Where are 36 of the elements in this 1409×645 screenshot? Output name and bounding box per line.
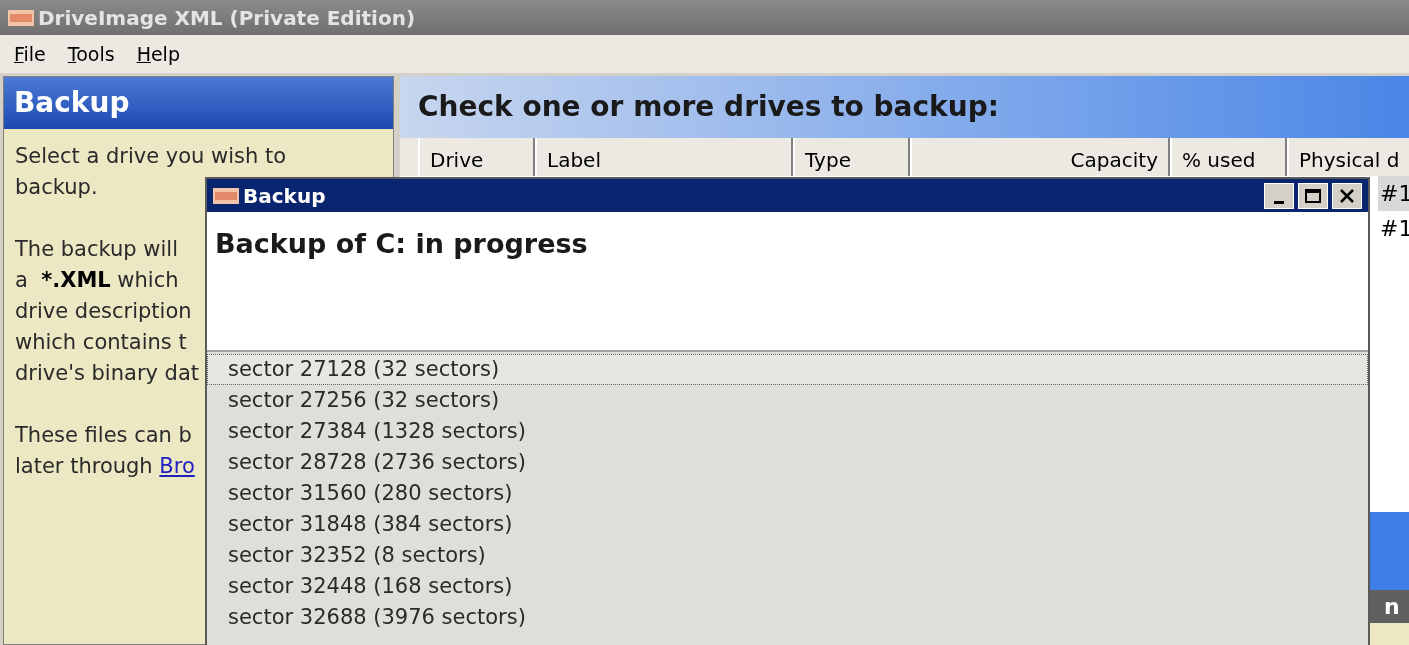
help-text: a [15,267,29,294]
app-icon [8,9,34,26]
help-text: The backup will [15,236,178,263]
menu-item[interactable]: Help [136,39,180,69]
menu-item[interactable]: File [14,39,46,69]
status-text: Backup of C: in progress [215,228,588,259]
help-text: drive description [15,298,192,325]
help-text: backup. [15,174,98,201]
log-entry[interactable]: sector 32448 (168 sectors) [207,571,1368,602]
help-text: *.XML [41,267,111,294]
minimize-button[interactable] [1264,182,1294,209]
help-text: These files can b [15,422,192,449]
help-text: which [116,267,179,294]
close-icon [1339,187,1355,204]
dialog-title: Backup [243,182,327,210]
log-entry[interactable]: sector 31560 (280 sectors) [207,478,1368,509]
app-icon [213,187,239,204]
log-entry[interactable]: sector 27256 (32 sectors) [207,385,1368,416]
log-entry[interactable]: sector 28728 (2736 sectors) [207,447,1368,478]
log-entry[interactable]: sector 27384 (1328 sectors) [207,416,1368,447]
heading: Check one or more drives to backup: [418,89,999,125]
help-text: drive's binary dat [15,360,200,387]
help-text: later through [15,453,154,480]
maximize-button[interactable] [1298,182,1328,209]
close-button[interactable] [1332,182,1362,209]
help-text: Select a drive you wish to [15,143,287,170]
sidebar-title: Backup [14,85,130,121]
window-title: DriveImage XML (Private Edition) [38,4,416,32]
help-text: which contains t [15,329,187,356]
footer-text: n [1384,593,1400,620]
log-entry[interactable]: sector 32352 (8 sectors) [207,540,1368,571]
log-entry[interactable]: sector 27128 (32 sectors) [207,354,1368,385]
browse-link[interactable]: Bro [159,451,195,482]
log-entry[interactable]: sector 31848 (384 sectors) [207,509,1368,540]
log-entry[interactable]: sector 32688 (3976 sectors) [207,602,1368,633]
menu-item[interactable]: Tools [67,39,115,69]
